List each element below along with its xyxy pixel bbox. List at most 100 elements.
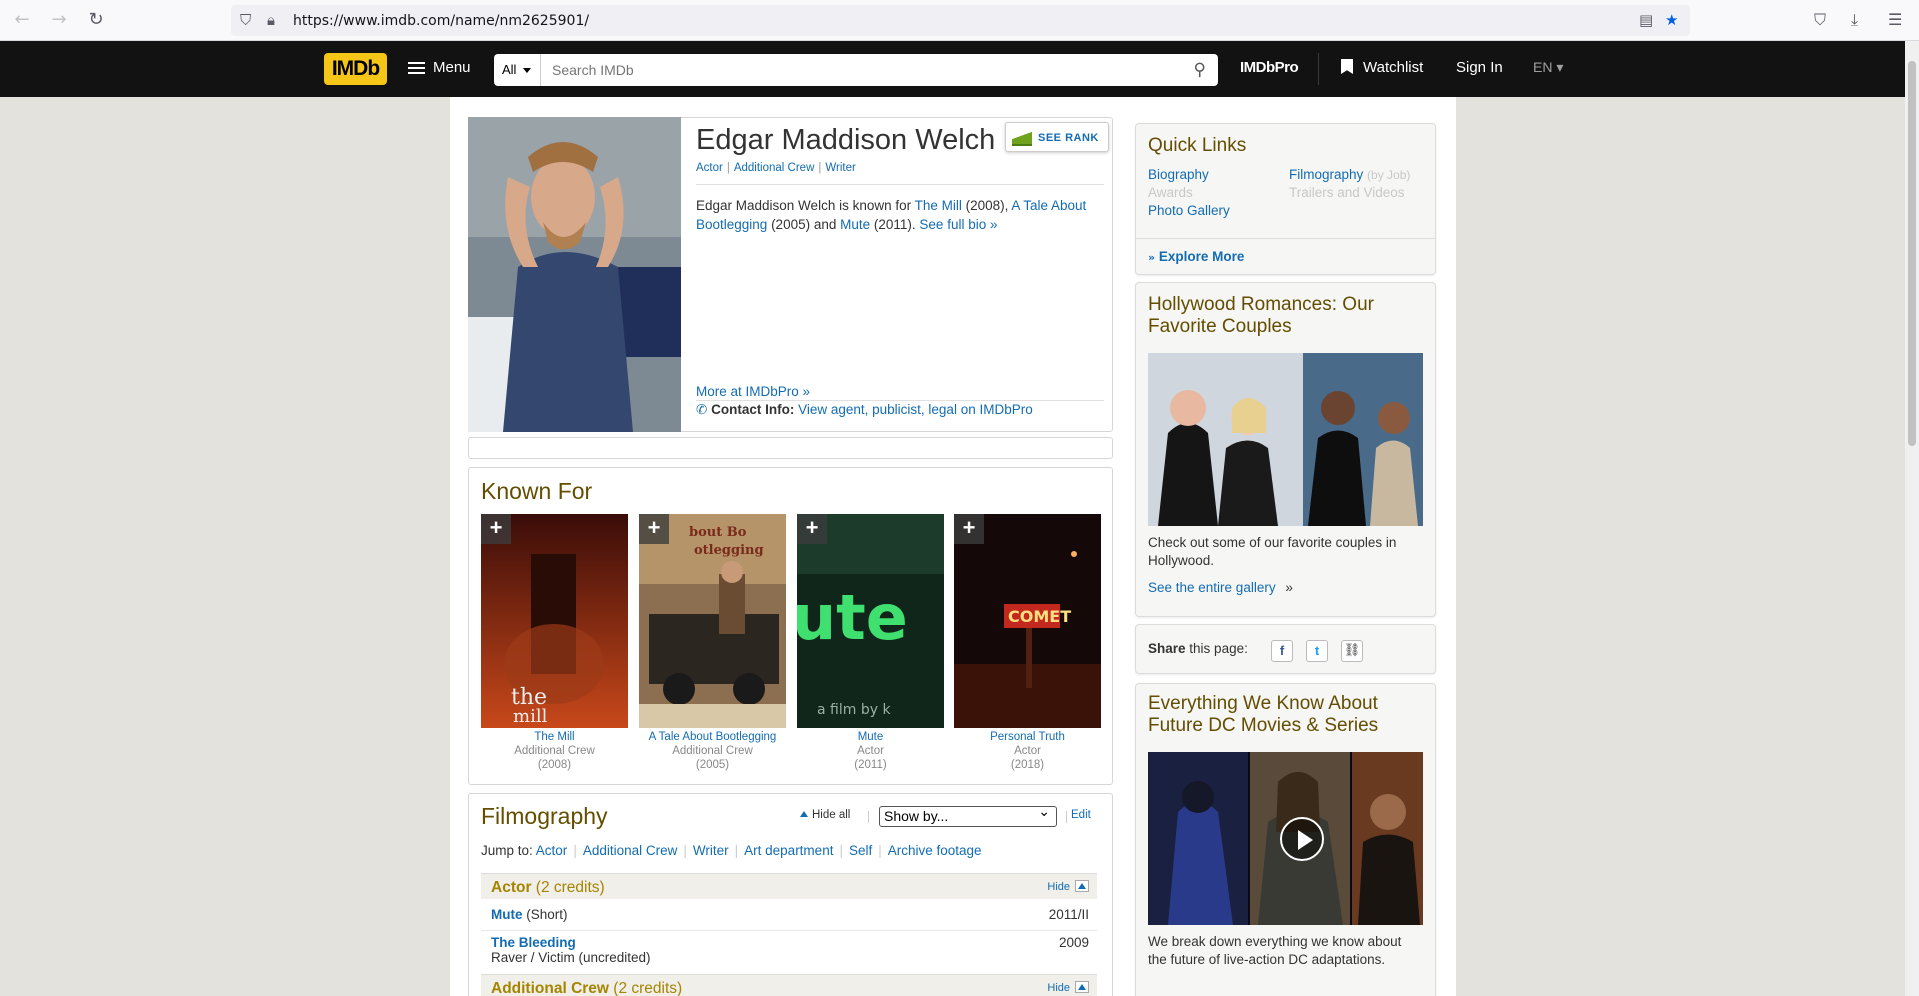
known-for-item: COMET + Personal Truth Actor (2018) bbox=[954, 514, 1101, 772]
known-for-title-link[interactable]: The Mill bbox=[534, 731, 574, 743]
film-title-link[interactable]: The Bleeding bbox=[491, 935, 576, 950]
share-suffix: this page: bbox=[1189, 641, 1248, 656]
poster-the-mill[interactable]: the mill + bbox=[481, 514, 628, 728]
language-selector[interactable]: EN ▾ bbox=[1533, 59, 1563, 76]
play-icon[interactable] bbox=[1280, 817, 1324, 861]
actor-category-header[interactable]: Actor (2 credits) Hide bbox=[481, 873, 1097, 899]
known-for-role: Additional Crew bbox=[672, 745, 753, 757]
show-by-select[interactable]: Show by... bbox=[879, 803, 1057, 827]
person-photo[interactable] bbox=[468, 117, 681, 432]
scrollbar-thumb[interactable] bbox=[1908, 61, 1916, 446]
bookmark-star-icon[interactable]: ★ bbox=[1665, 11, 1678, 29]
romances-gallery-image[interactable] bbox=[1148, 353, 1423, 526]
edit-link[interactable]: Edit bbox=[1071, 809, 1091, 821]
jump-link-self[interactable]: Self bbox=[849, 843, 872, 858]
forward-arrow-icon[interactable]: → bbox=[49, 10, 69, 30]
svg-text:otlegging: otlegging bbox=[694, 543, 764, 558]
pocket-icon[interactable]: ⛉ bbox=[1814, 10, 1826, 30]
watchlist-button[interactable]: Watchlist bbox=[1341, 59, 1423, 76]
add-to-watchlist-icon[interactable]: + bbox=[797, 514, 827, 544]
jump-separator: | bbox=[878, 843, 882, 858]
imdb-logo[interactable]: IMDb bbox=[324, 53, 387, 85]
contact-link[interactable]: View agent, publicist, legal on IMDbPro bbox=[798, 402, 1033, 417]
person-name: Edgar Maddison Welch bbox=[696, 124, 996, 156]
url-text[interactable]: https://www.imdb.com/name/nm2625901/ bbox=[293, 13, 589, 29]
see-gallery-link[interactable]: See the entire gallery » bbox=[1148, 579, 1293, 597]
divider bbox=[696, 400, 1104, 401]
jump-separator: | bbox=[573, 843, 577, 858]
search-category-select[interactable]: All bbox=[494, 54, 541, 86]
additional-crew-category-header[interactable]: Additional Crew (2 credits) Hide bbox=[481, 974, 1097, 996]
collapse-arrow-icon bbox=[800, 811, 808, 817]
role-additional-crew[interactable]: Additional Crew bbox=[734, 162, 815, 174]
hamburger-menu-icon[interactable]: ☰ bbox=[1888, 10, 1902, 29]
category-name: Additional Crew bbox=[491, 980, 609, 996]
jump-link-additional-crew[interactable]: Additional Crew bbox=[583, 843, 678, 858]
search-icon[interactable]: ⚲ bbox=[1194, 60, 1206, 80]
address-bar[interactable]: ⛉ 🔒︎ https://www.imdb.com/name/nm2625901… bbox=[231, 5, 1690, 36]
known-for-item: the mill + The Mill Additional Crew (2008… bbox=[481, 514, 628, 772]
contact-label: Contact Info: bbox=[711, 402, 795, 417]
see-rank-button[interactable]: SEE RANK bbox=[1005, 122, 1109, 152]
known-for-title-link[interactable]: Personal Truth bbox=[990, 731, 1065, 743]
add-to-watchlist-icon[interactable]: + bbox=[481, 514, 511, 544]
category-hide-button[interactable]: Hide bbox=[1047, 880, 1089, 893]
bio-link-mute[interactable]: Mute bbox=[840, 217, 870, 232]
jump-link-writer[interactable]: Writer bbox=[693, 843, 729, 858]
divider bbox=[1066, 811, 1067, 823]
poster-mute[interactable]: ute a film by k + bbox=[797, 514, 944, 728]
add-to-watchlist-icon[interactable]: + bbox=[954, 514, 984, 544]
biography-link[interactable]: Biography bbox=[1148, 167, 1209, 182]
facebook-icon[interactable]: f bbox=[1271, 640, 1293, 662]
category-name: Actor bbox=[491, 879, 532, 896]
explore-more-button[interactable]: » Explore More bbox=[1148, 249, 1244, 264]
role-actor[interactable]: Actor bbox=[696, 162, 723, 174]
svg-text:a film by k: a film by k bbox=[817, 702, 891, 718]
filmography-title: Filmography bbox=[481, 803, 608, 829]
known-for-item: ute a film by k + Mute Actor (2011) bbox=[797, 514, 944, 772]
poster-a-tale-about-bootlegging[interactable]: bout Bo otlegging + bbox=[639, 514, 786, 728]
see-gallery-label[interactable]: See the entire gallery bbox=[1148, 580, 1276, 595]
jump-link-actor[interactable]: Actor bbox=[536, 843, 568, 858]
empty-card bbox=[468, 437, 1113, 459]
reload-icon[interactable]: ↻ bbox=[86, 10, 106, 30]
photo-gallery-link[interactable]: Photo Gallery bbox=[1148, 203, 1230, 218]
more-at-imdbpro-link[interactable]: More at IMDbPro » bbox=[696, 384, 810, 399]
jump-separator: | bbox=[683, 843, 687, 858]
download-icon[interactable]: ⤓ bbox=[1851, 10, 1858, 30]
divider bbox=[696, 184, 1104, 185]
bio-text: Edgar Maddison Welch is known for bbox=[696, 198, 915, 213]
known-for-role: Actor bbox=[857, 745, 884, 757]
back-arrow-icon[interactable]: ← bbox=[12, 10, 32, 30]
known-for-title-link[interactable]: A Tale About Bootlegging bbox=[649, 731, 777, 743]
link-icon[interactable]: ⛓ bbox=[1341, 640, 1363, 662]
shield-icon[interactable]: ⛉ bbox=[240, 11, 251, 29]
add-to-watchlist-icon[interactable]: + bbox=[639, 514, 669, 544]
jump-link-art-department[interactable]: Art department bbox=[744, 843, 833, 858]
collapse-up-icon bbox=[1075, 880, 1089, 892]
filmography-link[interactable]: Filmography bbox=[1289, 167, 1363, 182]
search-input[interactable] bbox=[552, 54, 1152, 86]
film-year: 2009 bbox=[1058, 935, 1089, 950]
person-roles: Actor | Additional Crew | Writer bbox=[696, 162, 856, 174]
romances-title[interactable]: Hollywood Romances: Our Favorite Couples bbox=[1148, 294, 1418, 338]
known-for-title-link[interactable]: Mute bbox=[858, 731, 884, 743]
category-hide-button[interactable]: Hide bbox=[1047, 981, 1089, 994]
twitter-icon[interactable]: t bbox=[1306, 640, 1328, 662]
see-full-bio-link[interactable]: See full bio » bbox=[919, 217, 997, 232]
dc-title[interactable]: Everything We Know About Future DC Movie… bbox=[1148, 693, 1418, 737]
sign-in-link[interactable]: Sign In bbox=[1456, 59, 1503, 76]
bio-link-the-mill[interactable]: The Mill bbox=[915, 198, 962, 213]
menu-button[interactable]: Menu bbox=[408, 59, 471, 77]
page-scrollbar[interactable] bbox=[1905, 41, 1919, 996]
lock-icon[interactable]: 🔒︎ bbox=[267, 11, 275, 29]
imdbpro-link[interactable]: IMDbPro bbox=[1240, 59, 1299, 76]
jump-link-archive-footage[interactable]: Archive footage bbox=[888, 843, 982, 858]
hide-all-button[interactable]: Hide all bbox=[800, 809, 850, 821]
reader-view-icon[interactable]: ▤ bbox=[1639, 11, 1653, 29]
known-for-role: Actor bbox=[1014, 745, 1041, 757]
poster-personal-truth[interactable]: COMET + bbox=[954, 514, 1101, 728]
film-title-link[interactable]: Mute bbox=[491, 907, 523, 922]
phone-icon: ✆ bbox=[696, 402, 708, 418]
role-writer[interactable]: Writer bbox=[825, 162, 855, 174]
